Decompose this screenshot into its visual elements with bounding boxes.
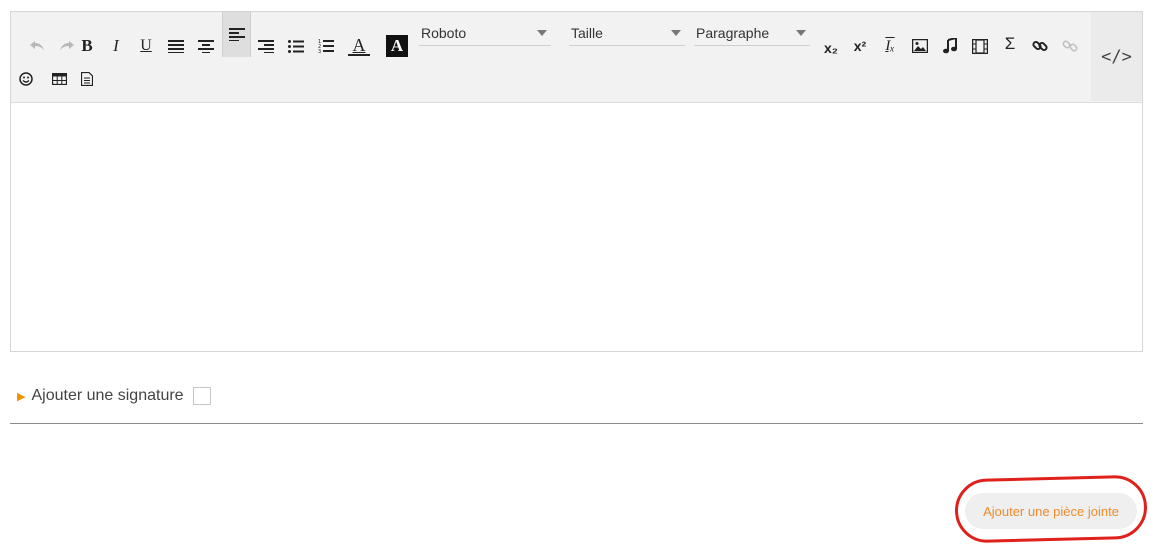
text-color-underline [348, 53, 370, 56]
text-color-button[interactable]: A [345, 31, 373, 61]
background-color-button[interactable]: A [383, 31, 411, 61]
align-center-icon[interactable] [192, 31, 220, 61]
image-icon[interactable] [906, 31, 934, 61]
background-color-label: A [386, 35, 408, 57]
font-family-value: Roboto [421, 24, 467, 41]
text-color-label: A [352, 34, 366, 55]
highlight-circle-annotation [954, 474, 1148, 544]
underline-button[interactable]: U [132, 31, 160, 61]
chevron-down-icon [796, 30, 806, 36]
code-view-button[interactable]: </> [1091, 12, 1142, 101]
sigma-button[interactable]: Σ [996, 29, 1024, 59]
align-right-icon[interactable] [252, 31, 280, 61]
subscript-button[interactable]: x₂ [817, 33, 845, 63]
rich-text-editor: B I U 123 A A Roboto Taille Paragraphe x… [10, 11, 1143, 352]
clear-format-button[interactable]: Iₓ [876, 31, 904, 61]
svg-text:3: 3 [318, 49, 321, 54]
divider [10, 423, 1143, 424]
font-size-value: Taille [571, 24, 603, 41]
audio-icon[interactable] [936, 31, 964, 61]
chevron-down-icon [671, 30, 681, 36]
editor-toolbar: B I U 123 A A Roboto Taille Paragraphe x… [11, 12, 1142, 103]
font-family-select[interactable]: Roboto [419, 20, 551, 46]
signature-checkbox[interactable] [192, 387, 211, 405]
signature-row: ▶ Ajouter une signature [17, 384, 211, 408]
paragraph-format-value: Paragraphe [696, 24, 770, 41]
italic-button[interactable]: I [102, 31, 130, 61]
superscript-button[interactable]: x² [846, 31, 874, 61]
unlink-icon[interactable] [1056, 31, 1084, 61]
align-justify-icon[interactable] [162, 31, 190, 61]
link-icon[interactable] [1026, 31, 1054, 61]
bullet-list-icon[interactable] [282, 31, 310, 61]
editor-content-area[interactable] [11, 103, 1142, 351]
document-icon[interactable] [73, 64, 101, 94]
expand-arrow-icon[interactable]: ▶ [17, 390, 25, 403]
paragraph-format-select[interactable]: Paragraphe [694, 20, 810, 46]
font-size-select[interactable]: Taille [569, 20, 685, 46]
signature-label[interactable]: Ajouter une signature [31, 387, 183, 405]
undo-icon[interactable] [23, 31, 51, 61]
align-left-icon[interactable] [222, 12, 251, 57]
bold-button[interactable]: B [73, 31, 101, 61]
table-icon[interactable] [45, 64, 73, 94]
chevron-down-icon [537, 30, 547, 36]
video-icon[interactable] [966, 31, 994, 61]
emoji-icon[interactable] [12, 64, 40, 94]
numbered-list-icon[interactable]: 123 [312, 31, 340, 61]
